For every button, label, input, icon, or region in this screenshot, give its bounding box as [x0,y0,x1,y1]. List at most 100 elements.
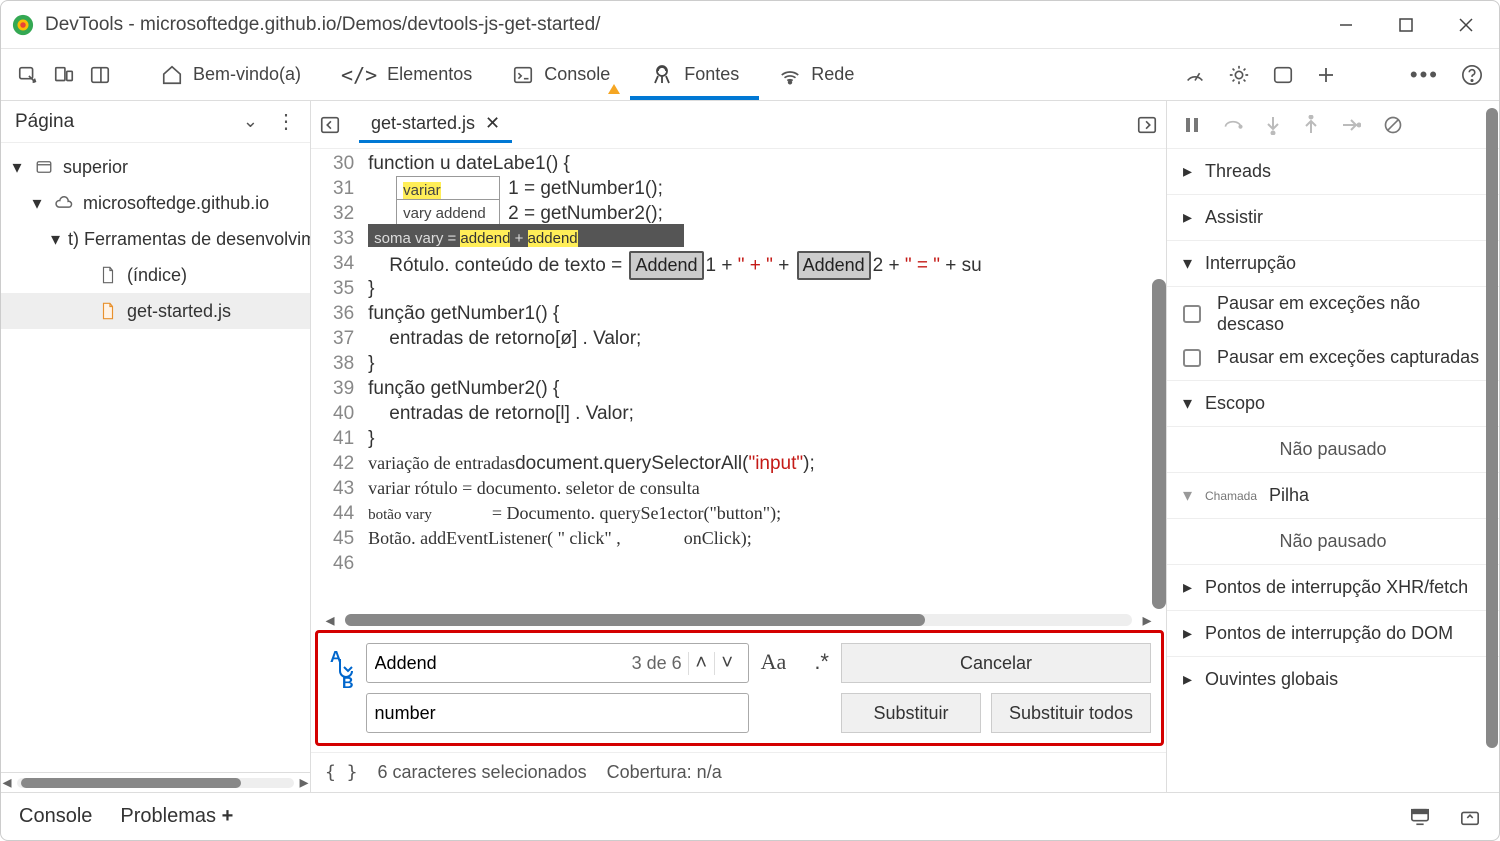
replace-button[interactable]: Substituir [841,693,981,733]
callstack-not-paused: Não pausado [1167,519,1499,565]
tree-domain[interactable]: ▾ microsoftedge.github.io [1,185,310,221]
deactivate-breakpoints-icon[interactable] [1383,115,1403,135]
section-scope[interactable]: ▾Escopo [1167,381,1499,427]
tab-label: Bem-vindo(a) [193,64,301,85]
help-icon[interactable] [1461,64,1483,86]
line-gutter: 3031323334353637383940414243444546 [311,149,368,610]
section-pause[interactable]: ▾Interrupção [1167,241,1499,287]
sources-navigator: Página ⌄ ⋮ ▾ superior ▾ microsoftedge.gi… [1,101,311,792]
tab-sources[interactable]: Fontes [630,49,759,100]
step-over-icon[interactable] [1223,116,1243,134]
tree-file-selected[interactable]: get-started.js [1,293,310,329]
section-listeners[interactable]: ▸Ouvintes globais [1167,657,1499,702]
drawer-expand-icon[interactable] [1459,807,1481,827]
settings-gear-icon[interactable] [1228,64,1250,86]
minimize-button[interactable] [1331,10,1361,40]
close-tab-icon[interactable]: ✕ [485,113,500,134]
code-line: Rótulo. conteúdo de texto = Addend1 + " … [368,251,1166,276]
find-match: Addend [629,251,703,280]
pause-caught-checkbox[interactable]: Pausar em exceções capturadas [1167,341,1499,381]
pause-uncaught-checkbox[interactable]: Pausar em exceções não descaso [1167,287,1499,341]
drawer: Console Problemas + [1,792,1499,840]
selection-status: 6 caracteres selecionados [378,762,587,783]
device-icon[interactable] [53,64,75,86]
editor-tab[interactable]: get-started.js ✕ [359,107,512,143]
find-match: Addend [797,251,871,280]
editor-vscroll[interactable] [1152,279,1166,609]
find-input[interactable] [375,653,632,674]
navigator-hscroll[interactable]: ◂ ▸ [1,772,310,792]
app-icon [11,13,35,37]
section-dom[interactable]: ▸Pontos de interrupção do DOM [1167,611,1499,657]
code-line [368,551,1166,576]
section-callstack[interactable]: ▾ChamadaPilha [1167,473,1499,519]
section-threads[interactable]: ▸Threads [1167,149,1499,195]
panel-icon[interactable] [1272,64,1294,86]
js-file-icon [97,302,119,320]
tab-network[interactable]: Rede [759,49,874,100]
pause-icon[interactable] [1183,116,1201,134]
dock-icon[interactable] [89,64,111,86]
tree-label: t) Ferramentas de desenvolvimento [68,229,310,250]
drawer-console-tab[interactable]: Console [19,805,92,828]
tab-elements[interactable]: </> Elementos [321,49,492,100]
code-line: variar rótulo = documento. seletor de co… [368,476,1166,501]
find-replace-bar: A B 3 de 6 ˄ ˅ Aa .* [315,630,1164,746]
editor-tab-label: get-started.js [371,113,475,134]
tree-label: microsoftedge.github.io [83,193,269,214]
tree-label: get-started.js [127,301,231,322]
cloud-icon [53,195,75,211]
maximize-button[interactable] [1391,10,1421,40]
file-tree[interactable]: ▾ superior ▾ microsoftedge.github.io ▾ t… [1,143,310,772]
tab-welcome[interactable]: Bem-vindo(a) [141,49,321,100]
match-case-toggle[interactable]: Aa [761,649,787,675]
tree-index[interactable]: (índice) [1,257,310,293]
cancel-button[interactable]: Cancelar [841,643,1151,683]
tree-label: (índice) [127,265,187,286]
replace-input[interactable] [375,703,740,724]
window-icon [33,158,55,176]
regex-toggle[interactable]: .* [814,649,829,675]
tab-label: Rede [811,64,854,85]
section-xhr[interactable]: ▸Pontos de interrupção XHR/fetch [1167,565,1499,611]
find-input-row: 3 de 6 ˄ ˅ [366,643,749,683]
find-prev-icon[interactable]: ˄ [688,652,714,675]
code-line: função getNumber2() { [368,376,1166,401]
chevron-down-icon[interactable]: ⌄ [243,111,258,132]
tab-label: Console [544,64,610,85]
replace-all-button[interactable]: Substituir todos [991,693,1151,733]
debugger-toolbar [1167,101,1499,149]
navigator-more-icon[interactable]: ⋮ [276,109,296,134]
drawer-problems-tab[interactable]: Problemas + [120,805,233,828]
step-into-icon[interactable] [1265,115,1281,135]
page-vscroll[interactable] [1486,108,1498,748]
step-icon[interactable] [1341,117,1361,133]
inspect-icon[interactable] [17,64,39,86]
warning-badge-icon [608,84,620,94]
editor-statusbar: { } 6 caracteres selecionados Cobertura:… [311,752,1166,792]
tree-root[interactable]: ▾ superior [1,149,310,185]
code-view[interactable]: 3031323334353637383940414243444546 funct… [311,149,1166,610]
performance-icon[interactable] [1184,64,1206,86]
editor-hscroll[interactable]: ◂ ▸ [311,610,1166,630]
pretty-print-icon[interactable]: { } [325,762,358,783]
code-line: } [368,426,1166,451]
titlebar: DevTools - microsoftedge.github.io/Demos… [1,1,1499,49]
step-out-icon[interactable] [1303,115,1319,135]
tab-console[interactable]: Console [492,49,630,100]
add-tab-icon[interactable] [1316,65,1336,85]
replace-toggle-icon[interactable]: A B [328,643,354,699]
code-line: entradas de retorno[ø] . Valor; [368,326,1166,351]
toggle-debugger-icon[interactable] [1136,114,1158,136]
more-icon[interactable]: ••• [1410,62,1439,88]
main-area: Página ⌄ ⋮ ▾ superior ▾ microsoftedge.gi… [1,101,1499,792]
find-next-icon[interactable]: ˅ [714,652,740,675]
section-watch[interactable]: ▸Assistir [1167,195,1499,241]
inline-highlight: soma vary = addend + addend [368,224,684,247]
tree-label: superior [63,157,128,178]
drawer-computed-icon[interactable] [1409,807,1431,827]
toggle-navigator-icon[interactable] [319,114,341,136]
source-editor: get-started.js ✕ 30313233343536373839404… [311,101,1167,792]
tree-folder[interactable]: ▾ t) Ferramentas de desenvolvimento [1,221,310,257]
close-button[interactable] [1451,10,1481,40]
